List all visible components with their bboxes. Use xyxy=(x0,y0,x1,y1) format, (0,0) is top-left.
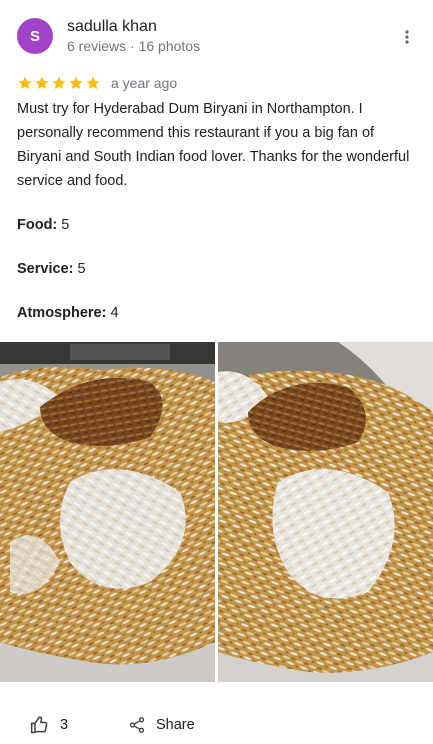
biryani-photo xyxy=(218,342,433,682)
share-icon xyxy=(129,717,145,733)
attribute-service: Service: 5 xyxy=(17,261,86,277)
star-icon xyxy=(52,76,66,89)
attribute-label: Service: xyxy=(17,261,74,277)
attribute-food: Food: 5 xyxy=(17,217,69,233)
attribute-label: Food: xyxy=(17,217,58,233)
attribute-value: 5 xyxy=(61,217,70,233)
star-rating xyxy=(17,75,101,91)
review-photo-2[interactable] xyxy=(218,342,433,682)
reviewer-name[interactable]: sadulla khan xyxy=(67,18,157,36)
review-text: Must try for Hyderabad Dum Biryani in No… xyxy=(17,101,410,189)
review-photos xyxy=(0,342,433,682)
thumbs-up-icon xyxy=(30,716,48,734)
star-icon xyxy=(86,76,100,89)
avatar[interactable]: S xyxy=(17,18,53,54)
attribute-atmosphere: Atmosphere: 4 xyxy=(17,305,119,321)
share-button[interactable]: Share xyxy=(128,716,195,734)
attribute-value: 4 xyxy=(110,305,119,321)
attribute-value: 5 xyxy=(77,261,86,277)
review-actions: 3 Share xyxy=(30,712,195,738)
share-label: Share xyxy=(156,717,195,733)
star-icon xyxy=(18,76,32,89)
reviewer-meta: 6 reviews · 16 photos xyxy=(67,38,201,54)
biryani-photo xyxy=(0,342,215,682)
review-photo-1[interactable] xyxy=(0,342,215,682)
rating-row: a year ago xyxy=(17,73,177,93)
like-button[interactable]: 3 xyxy=(30,715,128,735)
review-time: a year ago xyxy=(111,75,178,91)
review-header: S sadulla khan 6 reviews · 16 photos xyxy=(17,17,417,57)
attribute-label: Atmosphere: xyxy=(17,305,107,321)
star-icon xyxy=(69,76,83,89)
more-vertical-icon[interactable] xyxy=(403,29,411,45)
star-icon xyxy=(35,76,49,89)
like-count: 3 xyxy=(60,717,69,733)
